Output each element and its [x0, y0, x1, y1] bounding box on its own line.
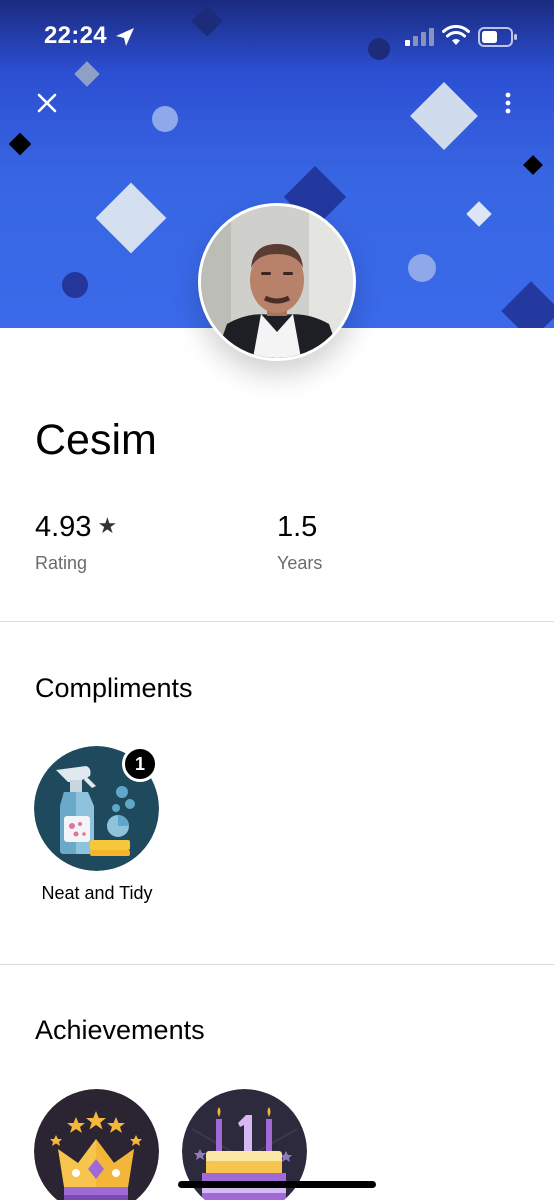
years-value: 1.5 — [277, 511, 318, 543]
cellular-signal-icon — [405, 28, 434, 46]
decor-diamond — [410, 82, 478, 150]
driver-photo — [201, 206, 353, 358]
location-arrow-icon — [116, 28, 134, 46]
years-label: Years — [277, 553, 323, 573]
achievement-crown[interactable] — [34, 1089, 159, 1200]
compliments-title: Compliments — [35, 673, 193, 703]
driver-name: Cesim — [35, 416, 157, 464]
decor-diamond — [8, 132, 32, 156]
close-button[interactable] — [30, 86, 64, 120]
wifi-icon — [442, 25, 470, 45]
battery-icon — [478, 27, 517, 47]
close-icon — [37, 93, 57, 113]
rating-value: 4.93 — [35, 511, 92, 543]
status-bar: 22:24 — [0, 0, 554, 70]
compliment-count-badge: 1 — [122, 746, 158, 782]
driver-avatar — [198, 203, 356, 361]
star-icon: ★ — [97, 513, 118, 538]
rating-label: Rating — [35, 553, 88, 573]
rating-value-row: 4.93 ★ — [35, 511, 117, 544]
decor-dot — [408, 254, 436, 282]
decor-diamond — [501, 281, 554, 328]
decor-diamond — [523, 155, 543, 175]
decor-dot — [152, 106, 178, 132]
section-divider — [0, 964, 554, 965]
status-time: 22:24 — [44, 22, 107, 49]
more-options-button[interactable] — [492, 86, 524, 120]
decor-dot — [62, 272, 88, 298]
achievements-title: Achievements — [35, 1015, 205, 1045]
crown-icon — [34, 1089, 159, 1200]
compliment-label: Neat and Tidy — [41, 883, 153, 903]
decor-diamond — [95, 182, 167, 254]
more-vertical-icon — [505, 92, 511, 114]
decor-diamond — [466, 201, 492, 227]
home-indicator[interactable] — [178, 1181, 376, 1188]
section-divider — [0, 621, 554, 622]
